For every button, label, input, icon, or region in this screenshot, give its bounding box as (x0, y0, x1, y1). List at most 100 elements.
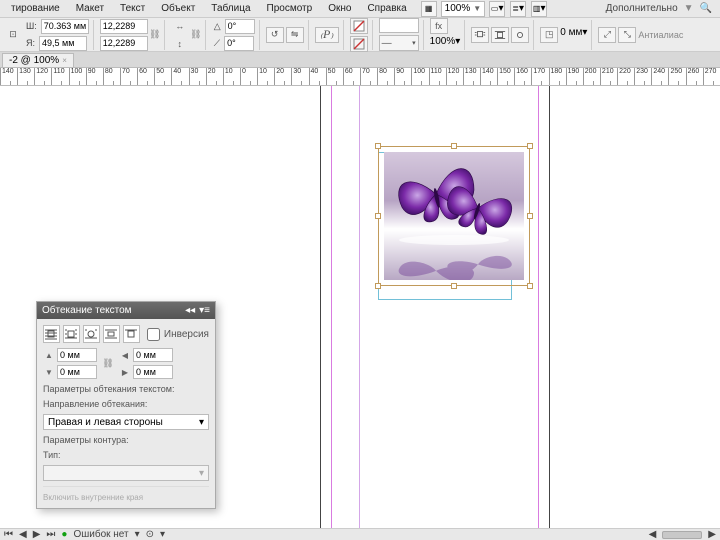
menu-window[interactable]: Окно (321, 1, 358, 16)
flip-h-icon[interactable]: ⇋ (286, 27, 304, 43)
stroke-weight-field[interactable] (379, 18, 419, 33)
handle-nw[interactable] (375, 143, 381, 149)
rotate-ccw-icon[interactable]: ↺ (266, 27, 284, 43)
shear-icon: ⟋ (212, 38, 222, 49)
menu-edit[interactable]: тирование (4, 1, 67, 16)
corner-size-combo[interactable]: 0 мм▾ (560, 27, 587, 42)
ruler-tick: 230 (634, 68, 651, 86)
link-wh-icon[interactable]: ⛓ (150, 29, 160, 40)
ruler-tick: 30 (291, 68, 308, 86)
opacity-combo[interactable]: 100%▾ (430, 36, 461, 51)
page-nav-prev-icon[interactable]: ◀ (19, 529, 27, 540)
panel-header[interactable]: Обтекание текстом ◂◂▾≡ (37, 302, 215, 319)
search-icon[interactable]: 🔍 (696, 3, 716, 14)
offset-right-field[interactable] (133, 365, 173, 379)
menu-help[interactable]: Справка (360, 1, 413, 16)
scale-y-icon[interactable]: ↕ (171, 36, 189, 52)
width-field[interactable] (100, 19, 148, 34)
menu-object[interactable]: Объект (154, 1, 202, 16)
ruler-tick: 50 (326, 68, 343, 86)
preflight-status-icon[interactable]: ● (61, 529, 67, 540)
handle-se[interactable] (527, 283, 533, 289)
selected-image-frame[interactable] (378, 146, 530, 286)
contour-type-combo[interactable]: ▾ (43, 465, 209, 481)
page-nav-first-icon[interactable]: ⏮ (4, 529, 13, 540)
ruler-tick: 70 (360, 68, 377, 86)
ruler-tick: 90 (394, 68, 411, 86)
y-field[interactable] (39, 36, 87, 51)
wrap-shape-button[interactable] (83, 325, 100, 343)
ruler-tick: 60 (343, 68, 360, 86)
hscroll-left-icon[interactable]: ◀ (649, 529, 657, 540)
arrange-icon[interactable]: ≣▾ (510, 1, 526, 17)
wrap-jump-column-button[interactable] (123, 325, 140, 343)
ruler-tick: 10 (223, 68, 240, 86)
handle-ne[interactable] (527, 143, 533, 149)
wrap-shape-tb-icon[interactable] (511, 27, 529, 43)
panel-menu-icon[interactable]: ▾≡ (199, 305, 210, 316)
status-menu-icon[interactable]: ⊙ (146, 529, 154, 540)
ruler-tick: 270 (703, 68, 720, 86)
handle-e[interactable] (527, 213, 533, 219)
stroke-style-combo[interactable]: —▾ (379, 35, 419, 51)
ruler-tick: 180 (549, 68, 566, 86)
document-tab[interactable]: -2 @ 100%× (2, 53, 74, 67)
scale-x-icon[interactable]: ↔ (171, 18, 189, 34)
screen-mode-icon[interactable]: ▦ (421, 1, 437, 17)
column-guide (359, 86, 360, 528)
fx-icon[interactable]: fx (430, 18, 448, 34)
ruler-tick: 0 (240, 68, 257, 86)
text-wrap-panel[interactable]: Обтекание текстом ◂◂▾≡ Инверсия ▲ ▼ ⛓ ◀ (36, 301, 216, 509)
workspace-icon[interactable]: ▥▾ (531, 1, 547, 17)
wrap-jump-button[interactable] (103, 325, 120, 343)
page-nav-last-icon[interactable]: ⏭ (46, 529, 55, 540)
view-options-icon[interactable]: ▭▾ (489, 1, 505, 17)
hscroll-thumb[interactable] (662, 531, 702, 539)
fit-content-icon[interactable]: ⤢ (598, 27, 616, 43)
page-nav-next-icon[interactable]: ▶ (33, 529, 41, 540)
offset-bottom-field[interactable] (57, 365, 97, 379)
fill-swatch[interactable] (350, 18, 368, 34)
reference-point-icon[interactable]: ⊡ (4, 27, 22, 43)
handle-s[interactable] (451, 283, 457, 289)
menu-table[interactable]: Таблица (204, 1, 257, 16)
offset-right-icon: ▶ (119, 366, 131, 378)
hscroll-right-icon[interactable]: ▶ (708, 529, 716, 540)
menu-text[interactable]: Текст (113, 1, 152, 16)
handle-sw[interactable] (375, 283, 381, 289)
link-scale-icon[interactable]: ⛓ (191, 29, 201, 40)
invert-checkbox[interactable] (147, 328, 160, 341)
menu-layout[interactable]: Макет (69, 1, 111, 16)
wrap-direction-combo[interactable]: Правая и левая стороны▾ (43, 414, 209, 430)
wrap-bbox-button[interactable] (63, 325, 80, 343)
menu-view[interactable]: Просмотр (260, 1, 320, 16)
handle-n[interactable] (451, 143, 457, 149)
stroke-swatch[interactable] (350, 36, 368, 52)
char-panel-icon[interactable]: ₍P₎ (315, 27, 339, 43)
offset-top-field[interactable] (57, 348, 97, 362)
panel-collapse-icon[interactable]: ◂◂ (185, 305, 195, 316)
wrap-none-tb-icon[interactable] (471, 27, 489, 43)
offset-top-icon: ▲ (43, 349, 55, 361)
corner-options-icon[interactable]: ◳ (540, 27, 558, 43)
canvas[interactable]: Обтекание текстом ◂◂▾≡ Инверсия ▲ ▼ ⛓ ◀ (0, 86, 720, 528)
ruler-tick: 160 (514, 68, 531, 86)
ruler-tick: 40 (309, 68, 326, 86)
offset-left-field[interactable] (133, 348, 173, 362)
shear-field[interactable] (224, 36, 254, 51)
ruler-tick: 50 (154, 68, 171, 86)
zoom-combo[interactable]: 100%▼ (441, 1, 486, 17)
x-field[interactable] (41, 19, 89, 34)
handle-w[interactable] (375, 213, 381, 219)
close-tab-icon[interactable]: × (62, 56, 67, 65)
ruler-tick: 130 (17, 68, 34, 86)
status-bar: ⏮ ◀ ▶ ⏭ ● Ошибок нет ▾ ⊙ ▾ ◀ ▶ (0, 528, 720, 540)
wrap-bbox-tb-icon[interactable] (491, 27, 509, 43)
rotate-field[interactable] (225, 19, 255, 34)
fit-frame-icon[interactable]: ⤡ (618, 27, 636, 43)
wrap-none-button[interactable] (43, 325, 60, 343)
height-field[interactable] (100, 36, 148, 51)
ruler-tick: 220 (617, 68, 634, 86)
link-offsets-icon[interactable]: ⛓ (103, 358, 113, 369)
extras-label[interactable]: Дополнительно (602, 3, 682, 14)
